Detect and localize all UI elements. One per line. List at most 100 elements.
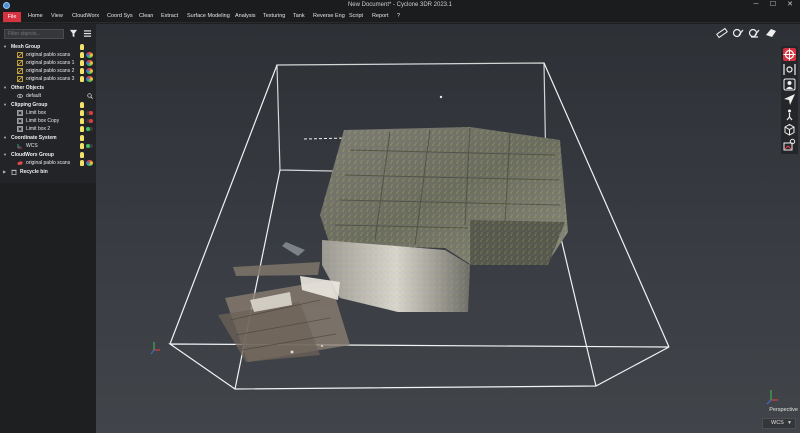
close-button[interactable]: ✕ bbox=[783, 0, 797, 11]
menu-reverse-eng[interactable]: Reverse Eng bbox=[313, 13, 345, 19]
zoom-fit-button[interactable] bbox=[783, 63, 796, 76]
send-arrow-icon bbox=[784, 94, 795, 105]
menu-extract[interactable]: Extract bbox=[161, 13, 178, 19]
walk-button[interactable] bbox=[783, 108, 796, 121]
tree-label: Recycle bin bbox=[20, 169, 48, 175]
visibility-bulb-icon[interactable] bbox=[80, 126, 84, 132]
scene-point bbox=[439, 95, 443, 99]
tree-item-mesh[interactable]: original pablo scans bbox=[0, 51, 96, 59]
menu-report[interactable]: Report bbox=[372, 13, 389, 19]
menu-coord-sys[interactable]: Coord Sys bbox=[107, 13, 133, 19]
tree-label: Limit box 2 bbox=[26, 126, 51, 132]
tree-label: default bbox=[26, 93, 42, 99]
clip-toggle[interactable] bbox=[86, 127, 93, 131]
menu-view[interactable]: View bbox=[51, 13, 63, 19]
color-mode-icon[interactable] bbox=[86, 160, 93, 166]
visibility-bulb-icon[interactable] bbox=[80, 44, 84, 50]
menu-tank[interactable]: Tank bbox=[293, 13, 305, 19]
collapse-icon[interactable]: ▼ bbox=[3, 101, 7, 109]
tree-group-mesh[interactable]: ▼ Mesh Group bbox=[0, 43, 96, 51]
clip-toggle[interactable] bbox=[86, 119, 93, 123]
clip-toggle[interactable] bbox=[86, 111, 93, 115]
tree-item-mesh[interactable]: original pablo scans 3 bbox=[0, 75, 96, 83]
pick-center-button[interactable] bbox=[783, 48, 796, 61]
tree-group-recycle-bin[interactable]: ▶ Recycle bin bbox=[0, 168, 96, 176]
coordinate-system-select[interactable]: WCS ▼ bbox=[762, 418, 796, 429]
collapse-icon[interactable]: ▼ bbox=[3, 134, 7, 142]
tree-group-clipping[interactable]: ▼ Clipping Group bbox=[0, 101, 96, 109]
tree-item-limit-box-2[interactable]: Limit box 2 bbox=[0, 125, 96, 133]
minimize-button[interactable]: ─ bbox=[749, 0, 763, 11]
coordinate-system-value: WCS bbox=[771, 420, 784, 426]
visibility-bulb-icon[interactable] bbox=[80, 110, 84, 116]
tree-label: Limit box bbox=[26, 110, 47, 116]
color-mode-icon[interactable] bbox=[86, 52, 93, 58]
filter-icon[interactable] bbox=[69, 29, 78, 38]
tree-item-limit-box-copy[interactable]: Limit box Copy bbox=[0, 117, 96, 125]
tree-label: Limit box Copy bbox=[26, 118, 60, 124]
expand-icon[interactable]: ▶ bbox=[3, 168, 6, 176]
measure-area-icon[interactable] bbox=[765, 27, 777, 39]
walk-icon bbox=[786, 109, 793, 121]
cs-toggle[interactable] bbox=[86, 144, 93, 148]
user-view-button[interactable] bbox=[783, 78, 796, 91]
tree-group-cloudworx[interactable]: ▼ CloudWorx Group bbox=[0, 151, 96, 159]
chevron-down-icon: ▼ bbox=[787, 420, 792, 426]
menu-file[interactable]: File bbox=[3, 12, 21, 22]
visibility-bulb-icon[interactable] bbox=[80, 60, 84, 66]
3d-viewport[interactable] bbox=[96, 24, 800, 433]
visibility-bulb-icon[interactable] bbox=[80, 143, 84, 149]
scene-canvas[interactable] bbox=[96, 24, 800, 433]
filter-objects-input[interactable] bbox=[4, 29, 64, 39]
right-toolbar bbox=[781, 46, 798, 154]
measure-distance-icon[interactable] bbox=[732, 27, 744, 39]
measure-toolbar bbox=[716, 27, 778, 39]
mesh-icon bbox=[17, 60, 23, 66]
menu-texturing[interactable]: Texturing bbox=[263, 13, 285, 19]
render-settings-button[interactable] bbox=[783, 138, 796, 151]
view-cube-button[interactable] bbox=[783, 123, 796, 136]
navigate-button[interactable] bbox=[783, 93, 796, 106]
visibility-bulb-icon[interactable] bbox=[80, 152, 84, 158]
search-icon[interactable] bbox=[87, 93, 93, 99]
tree-item-default[interactable]: default bbox=[0, 92, 96, 100]
tree-item-limit-box[interactable]: Limit box bbox=[0, 109, 96, 117]
tree-item-mesh[interactable]: original pablo scans 1 bbox=[0, 59, 96, 67]
mesh-icon bbox=[17, 76, 23, 82]
axes-gizmo-icon bbox=[150, 342, 160, 355]
collapse-icon[interactable]: ▼ bbox=[3, 84, 7, 92]
tree-item-mesh[interactable]: original pablo scans 2 bbox=[0, 67, 96, 75]
color-mode-icon[interactable] bbox=[86, 76, 93, 82]
menu-analysis[interactable]: Analysis bbox=[235, 13, 255, 19]
tree-item-wcs[interactable]: WCS bbox=[0, 142, 96, 150]
tree-label: original pablo scans bbox=[26, 160, 71, 166]
color-mode-icon[interactable] bbox=[86, 60, 93, 66]
visibility-bulb-icon[interactable] bbox=[80, 102, 84, 108]
tree-item-cloudworx-scan[interactable]: original pablo scans bbox=[0, 159, 96, 167]
tree-group-other-objects[interactable]: ▼ Other Objects bbox=[0, 84, 96, 92]
user-icon bbox=[783, 78, 796, 91]
collapse-icon[interactable]: ▼ bbox=[3, 43, 7, 51]
color-mode-icon[interactable] bbox=[86, 68, 93, 74]
maximize-button[interactable]: ☐ bbox=[766, 0, 780, 11]
menu-clean[interactable]: Clean bbox=[139, 13, 153, 19]
visibility-bulb-icon[interactable] bbox=[80, 160, 84, 166]
collapse-icon[interactable]: ▼ bbox=[3, 151, 7, 159]
visibility-bulb-icon[interactable] bbox=[80, 52, 84, 58]
menu-cloudworx[interactable]: CloudWorx bbox=[72, 13, 99, 19]
ruler-icon[interactable] bbox=[716, 27, 728, 39]
menu-help[interactable]: ? bbox=[397, 13, 400, 19]
tree-label: original pablo scans bbox=[26, 52, 71, 58]
list-options-icon[interactable] bbox=[83, 29, 92, 38]
visibility-bulb-icon[interactable] bbox=[80, 68, 84, 74]
menu-script[interactable]: Script bbox=[349, 13, 363, 19]
tree-label: Other Objects bbox=[11, 85, 45, 91]
menu-surface-modeling[interactable]: Surface Modeling bbox=[187, 13, 230, 19]
visibility-bulb-icon[interactable] bbox=[80, 118, 84, 124]
menu-home[interactable]: Home bbox=[28, 13, 43, 19]
measure-angle-icon[interactable] bbox=[748, 27, 760, 39]
tree-group-coordinate-system[interactable]: ▼ Coordinate System bbox=[0, 134, 96, 142]
mesh-icon bbox=[17, 68, 23, 74]
visibility-bulb-icon[interactable] bbox=[80, 135, 84, 141]
visibility-bulb-icon[interactable] bbox=[80, 76, 84, 82]
